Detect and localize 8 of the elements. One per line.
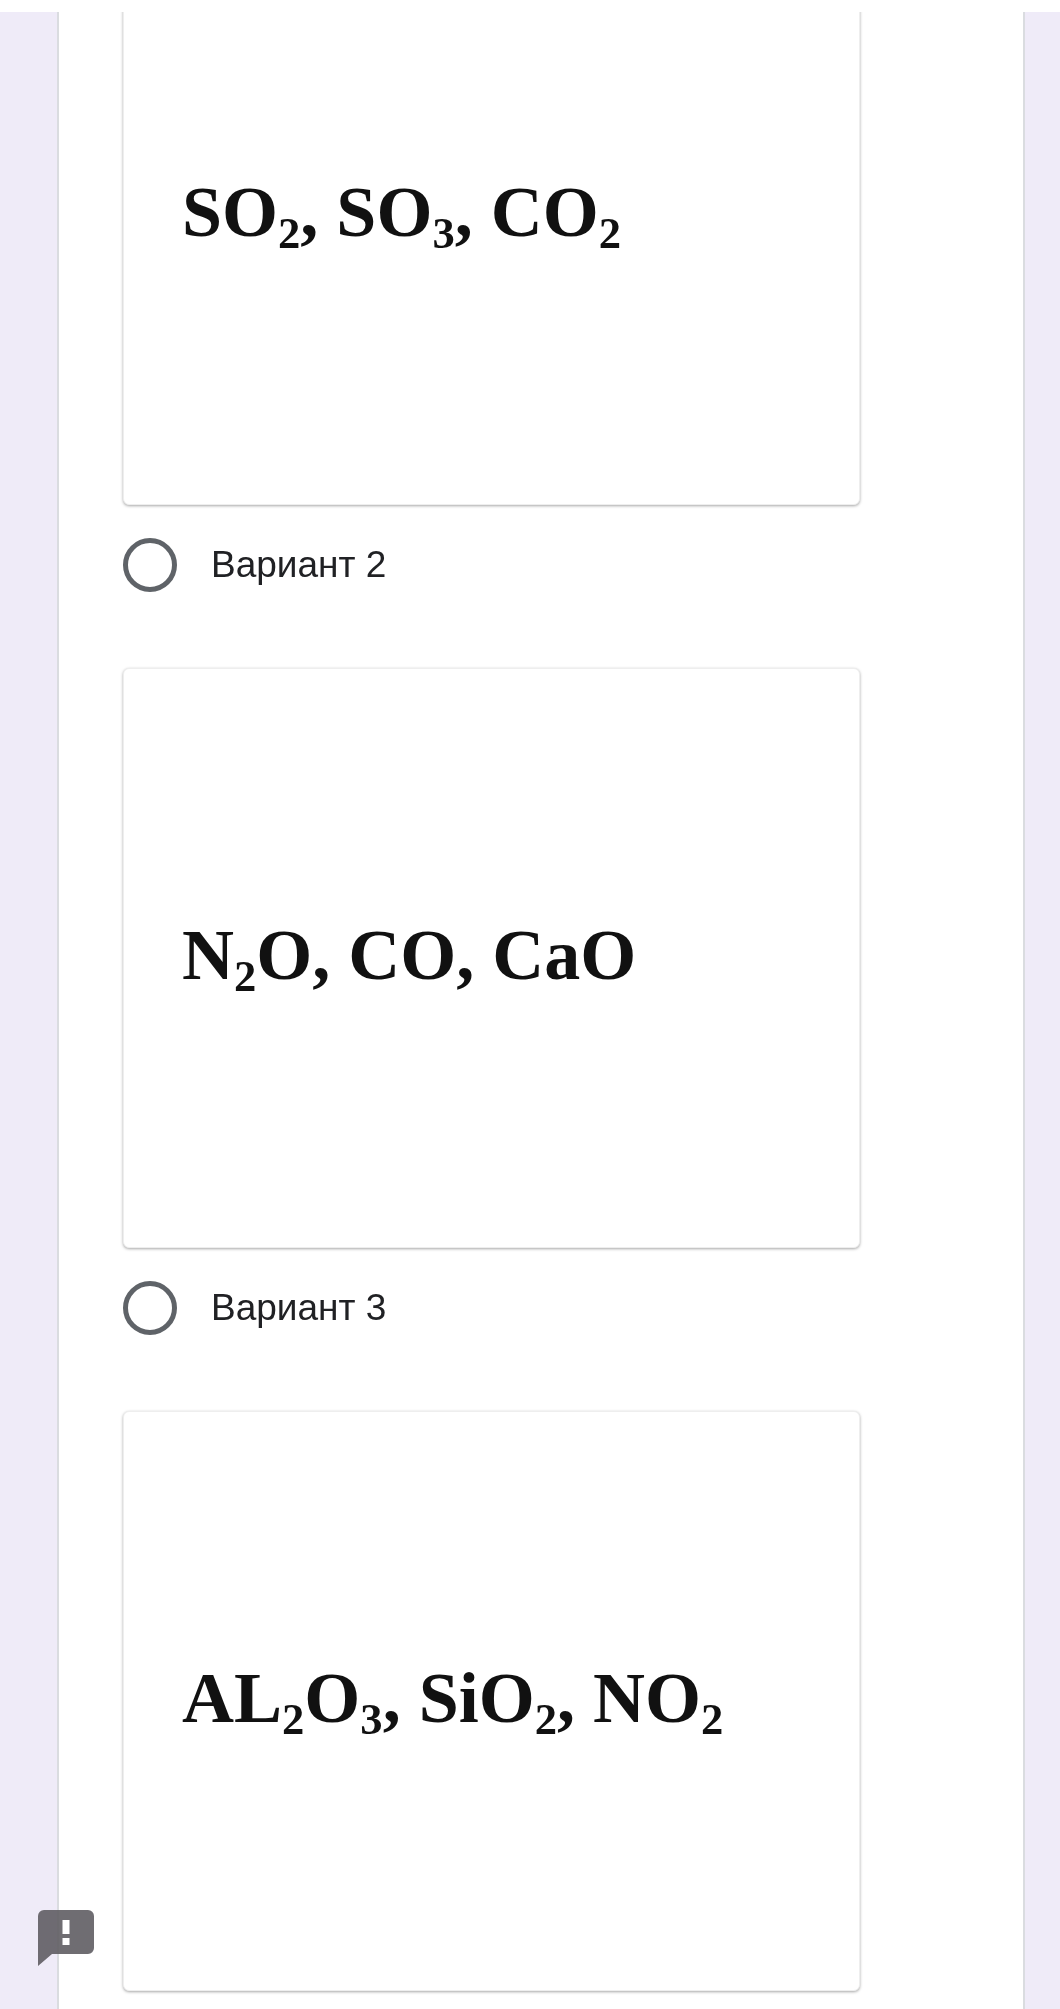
formula-text: AL$_{2}$O$_{3}$, SiO$_{2}$, NO$_{2}$ — [182, 1656, 724, 1746]
formula-text: N$_{2}$O, CO, CaO — [182, 913, 637, 1003]
option-label[interactable]: Вариант 2 — [211, 544, 387, 586]
formula-text: SO$_{2}$, SO$_{3}$, CO$_{2}$ — [182, 170, 622, 260]
option-label[interactable]: Вариант 3 — [211, 1287, 387, 1329]
radio-button[interactable] — [123, 538, 177, 592]
feedback-icon[interactable] — [38, 1910, 94, 1966]
radio-button[interactable] — [123, 1281, 177, 1335]
